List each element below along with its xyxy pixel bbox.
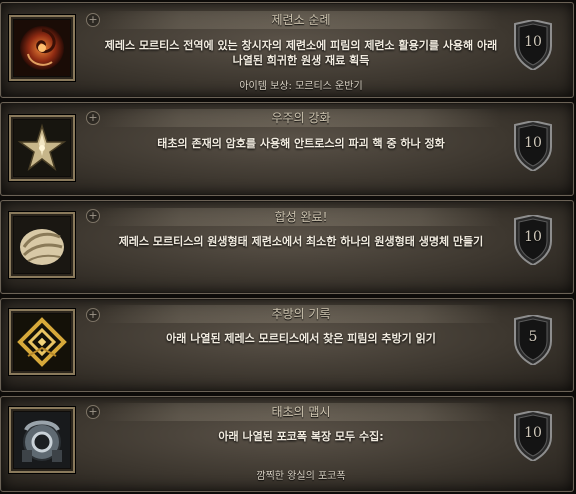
achievement-description: 태초의 존재의 암호를 사용해 안트로스의 파괴 핵 중 하나 정화: [157, 137, 445, 150]
achievement-title: 우주의 강화: [271, 111, 331, 125]
points-value: 10: [524, 135, 542, 151]
achievement-title: 추방의 기록: [271, 307, 331, 321]
achievement-description: 아래 나열된 포코폭 복장 모두 수집:: [218, 430, 384, 443]
star-crystal-icon: [9, 115, 75, 181]
expand-plus-icon[interactable]: +: [86, 13, 100, 27]
expand-plus-icon[interactable]: +: [86, 111, 100, 125]
achievement-reward: 깜찍한 왕실의 포코폭: [256, 471, 346, 482]
points-shield: 10: [513, 215, 553, 265]
achievement-description: 제레스 모르티스 전역에 있는 창시자의 제련소에 피림의 제련소 활용기를 사…: [104, 39, 498, 67]
achievement-description: 아래 나열된 제레스 모르티스에서 찾은 피림의 추방기 읽기: [166, 332, 436, 345]
achievement-description: 제레스 모르티스의 원생형태 제련소에서 최소한 하나의 원생형태 생명체 만들…: [118, 235, 484, 248]
points-value: 10: [524, 229, 542, 245]
achievement-row-5[interactable]: + 태초의 맵시 아래 나열된 포코폭 복장 모두 수집: 깜찍한 왕실의 포코…: [0, 396, 574, 492]
swirl-orb-icon: [9, 15, 75, 81]
achievement-row-2[interactable]: + 우주의 강화 태초의 존재의 암호를 사용해 안트로스의 파괴 핵 중 하나…: [0, 102, 574, 196]
achievement-title: 태초의 맵시: [271, 405, 331, 419]
points-shield: 10: [513, 121, 553, 171]
expand-plus-icon[interactable]: +: [86, 209, 100, 223]
achievement-row-4[interactable]: + 추방의 기록 아래 나열된 제레스 모르티스에서 찾은 피림의 추방기 읽기…: [0, 298, 574, 392]
points-value: 10: [524, 34, 542, 50]
achievement-title: 제련소 순례: [271, 13, 331, 27]
expand-plus-icon[interactable]: +: [86, 308, 100, 322]
expand-plus-icon[interactable]: +: [86, 405, 100, 419]
points-shield: 10: [513, 411, 553, 461]
achievement-row-1[interactable]: + 제련소 순례 제레스 모르티스 전역에 있는 창시자의 제련소에 피림의 제…: [0, 2, 574, 98]
points-shield: 10: [513, 20, 553, 70]
achievement-reward: 아이템 보상: 모르티스 운반기: [239, 81, 363, 92]
shell-creature-icon: [9, 212, 75, 278]
achievement-row-3[interactable]: + 합성 완료! 제레스 모르티스의 원생형태 제련소에서 최소한 하나의 원생…: [0, 200, 574, 294]
achievement-title: 합성 완료!: [274, 210, 328, 224]
pocopoc-icon: [9, 407, 75, 473]
points-value: 5: [528, 329, 538, 345]
golden-glyph-icon: [9, 309, 75, 375]
points-shield: 5: [513, 315, 553, 365]
points-value: 10: [524, 425, 542, 441]
